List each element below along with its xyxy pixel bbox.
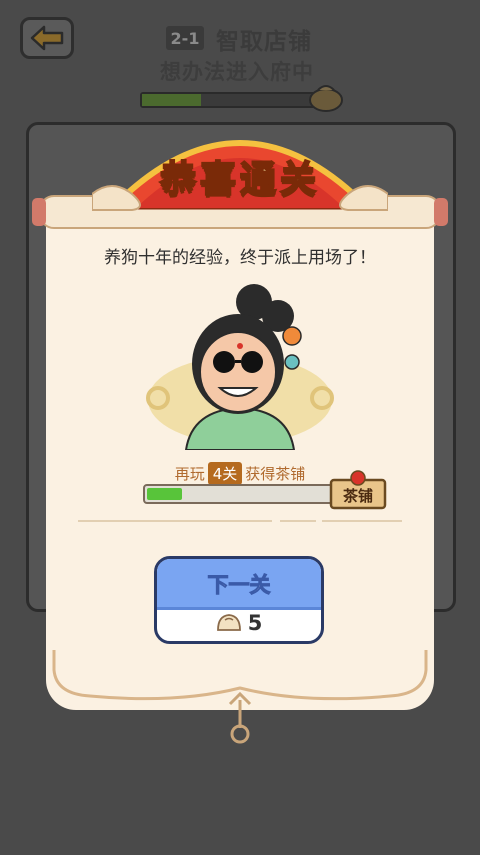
level-subtitle: 想办法进入府中	[160, 60, 314, 84]
scroll-knob-icon	[228, 691, 252, 744]
level-complete-message: 养狗十年的经验，终于派上用场了！	[104, 248, 376, 268]
cost-value: 5	[247, 611, 263, 635]
unlock-count-badge: 4关	[207, 462, 243, 485]
back-arrow-icon	[30, 25, 64, 51]
reward-name: 茶铺	[342, 487, 373, 505]
bun-icon	[216, 614, 241, 631]
unlock-progress-fill	[147, 488, 183, 500]
unlock-prefix: 再玩	[174, 465, 205, 483]
unlock-suffix: 获得茶铺	[245, 465, 306, 483]
level-number-badge: 2-1	[166, 26, 204, 50]
character-portrait	[146, 284, 334, 450]
popup-title: 恭喜通关	[159, 158, 320, 201]
level-title: 智取店铺	[216, 29, 312, 55]
next-level-button[interactable]: 下一关 5	[154, 556, 324, 644]
divider	[280, 520, 316, 522]
next-level-label: 下一关	[207, 573, 271, 598]
divider	[78, 520, 272, 522]
cost-row: 5	[157, 611, 321, 635]
back-button[interactable]	[20, 17, 74, 59]
divider	[322, 520, 402, 522]
unlock-progress-bar	[143, 484, 343, 504]
